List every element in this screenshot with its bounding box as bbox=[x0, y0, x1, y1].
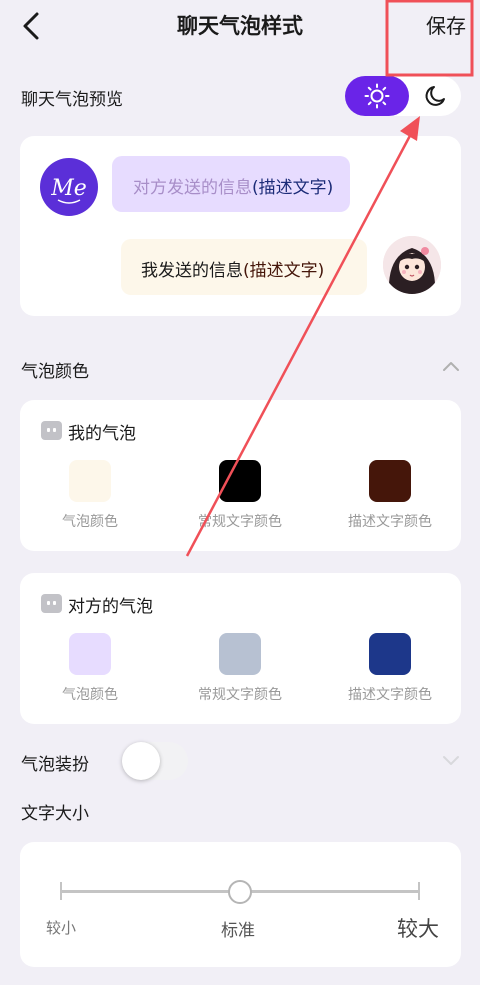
bubble-face-icon bbox=[41, 594, 62, 613]
swatch-label: 常规文字颜色 bbox=[198, 514, 282, 530]
size-standard-label: 标准 bbox=[221, 921, 255, 941]
my-bubble-title: 我的气泡 bbox=[68, 424, 136, 444]
avatar-logo-text: Me bbox=[50, 176, 87, 201]
my-message-desc: (描述文字) bbox=[243, 261, 325, 281]
swatch-label: 气泡颜色 bbox=[62, 514, 118, 530]
other-bubble-card: 对方的气泡 气泡颜色 常规文字颜色 描述文字颜色 bbox=[20, 573, 461, 724]
size-large-label: 较大 bbox=[397, 917, 439, 941]
color-swatch[interactable] bbox=[69, 633, 111, 675]
light-mode-button[interactable] bbox=[345, 76, 409, 116]
font-size-label: 文字大小 bbox=[21, 804, 89, 824]
other-message-desc: (描述文字) bbox=[252, 178, 334, 198]
my-message-text: 我发送的信息 bbox=[141, 261, 243, 281]
other-text-color-option[interactable]: 常规文字颜色 bbox=[170, 633, 310, 704]
color-swatch[interactable] bbox=[219, 460, 261, 502]
my-text-color-option[interactable]: 常规文字颜色 bbox=[170, 460, 310, 531]
slider-tick bbox=[418, 882, 420, 900]
preview-label: 聊天气泡预览 bbox=[21, 90, 123, 110]
switch-knob[interactable] bbox=[122, 742, 160, 780]
slider-tick bbox=[60, 882, 62, 900]
font-size-slider-thumb[interactable] bbox=[228, 880, 252, 904]
my-bubble-card: 我的气泡 气泡颜色 常规文字颜色 描述文字颜色 bbox=[20, 400, 461, 551]
my-bubble-color-option[interactable]: 气泡颜色 bbox=[20, 460, 160, 531]
chevron-down-icon[interactable] bbox=[440, 752, 462, 768]
my-message-bubble: 我发送的信息(描述文字) bbox=[121, 239, 367, 295]
bubble-decor-label: 气泡装扮 bbox=[21, 755, 89, 775]
bubble-preview-card: Me 对方发送的信息(描述文字) 我发送的信息(描述文字) bbox=[20, 136, 461, 316]
swatch-label: 描述文字颜色 bbox=[348, 687, 432, 703]
theme-mode-toggle[interactable] bbox=[345, 76, 461, 116]
color-swatch[interactable] bbox=[69, 460, 111, 502]
size-small-label: 较小 bbox=[46, 919, 77, 937]
page-title: 聊天气泡样式 bbox=[177, 14, 303, 38]
swatch-label: 常规文字颜色 bbox=[198, 687, 282, 703]
swatch-label: 气泡颜色 bbox=[62, 687, 118, 703]
chevron-up-icon[interactable] bbox=[440, 358, 462, 374]
avatar-mine bbox=[383, 236, 441, 294]
save-button[interactable]: 保存 bbox=[426, 10, 466, 39]
color-swatch[interactable] bbox=[219, 633, 261, 675]
avatar-other: Me bbox=[40, 158, 98, 216]
sun-icon bbox=[364, 83, 390, 109]
moon-icon[interactable] bbox=[424, 84, 448, 108]
swatch-label: 描述文字颜色 bbox=[348, 514, 432, 530]
bubble-colors-label: 气泡颜色 bbox=[21, 362, 89, 382]
bubble-face-icon bbox=[41, 421, 62, 440]
my-desc-color-option[interactable]: 描述文字颜色 bbox=[320, 460, 460, 531]
other-message-text: 对方发送的信息 bbox=[133, 178, 252, 198]
other-message-bubble: 对方发送的信息(描述文字) bbox=[112, 156, 350, 212]
other-bubble-title: 对方的气泡 bbox=[68, 597, 153, 617]
other-bubble-color-option[interactable]: 气泡颜色 bbox=[20, 633, 160, 704]
font-size-card: 较小 标准 较大 bbox=[20, 842, 461, 967]
avatar-logo-icon: Me bbox=[50, 176, 87, 204]
other-desc-color-option[interactable]: 描述文字颜色 bbox=[320, 633, 460, 704]
color-swatch[interactable] bbox=[369, 633, 411, 675]
header: 聊天气泡样式 保存 bbox=[0, 0, 480, 60]
color-swatch[interactable] bbox=[369, 460, 411, 502]
bubble-decor-switch[interactable] bbox=[122, 742, 188, 780]
avatar-illustration-icon bbox=[383, 236, 441, 294]
